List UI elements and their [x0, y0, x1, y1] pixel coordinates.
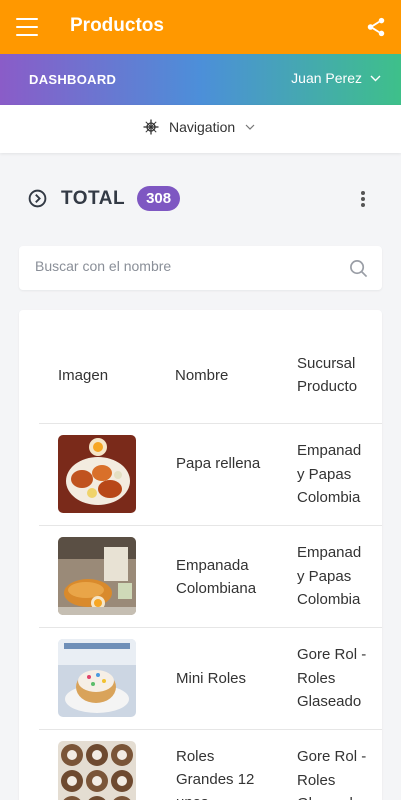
dashboard-label[interactable]: DASHBOARD — [29, 72, 116, 87]
food-photo-mini-roles-icon — [58, 639, 136, 717]
table-row[interactable]: Mini Roles Gore Rol - Roles Glaseado — [39, 627, 382, 729]
share-icon[interactable] — [365, 16, 387, 38]
table-row[interactable]: Roles Grandes 12 unos Gore Rol - Roles G… — [39, 729, 382, 800]
chevron-down-icon — [245, 124, 255, 130]
food-photo-papa-rellena-icon — [58, 435, 136, 513]
chevron-down-icon — [370, 75, 381, 81]
product-name: Roles Grandes 12 unos — [176, 748, 255, 800]
column-header-branch[interactable]: Sucursal Producto — [297, 352, 382, 398]
page-title: Productos — [70, 15, 164, 36]
chevron-right-circle-icon[interactable] — [28, 189, 47, 208]
product-branch: Empanad y Papas Colombia — [297, 544, 362, 608]
total-count-badge: 308 — [137, 186, 181, 211]
products-table: Imagen Nombre Sucursal Producto Papa rel… — [19, 310, 382, 800]
hamburger-menu-icon[interactable] — [16, 16, 38, 38]
product-branch: Gore Rol - Roles Glaseado — [297, 748, 367, 800]
column-header-image[interactable]: Imagen — [58, 364, 108, 387]
search-input[interactable] — [35, 258, 335, 274]
user-menu[interactable]: Juan Perez — [291, 70, 381, 86]
food-photo-empanada-icon — [58, 537, 136, 615]
navigation-label: Navigation — [169, 119, 236, 135]
dashboard-bar: DASHBOARD Juan Perez — [0, 54, 401, 105]
food-photo-roles-grandes-icon — [58, 741, 136, 800]
compass-icon — [143, 119, 159, 135]
product-name: Papa rellena — [176, 455, 261, 472]
product-branch: Gore Rol - Roles Glaseado — [297, 646, 367, 710]
total-label: TOTAL — [61, 187, 126, 209]
app-bar: Productos — [0, 0, 401, 54]
table-row[interactable]: Papa rellena Empanad y Papas Colombia — [39, 423, 382, 525]
search-icon[interactable] — [349, 259, 368, 278]
product-name: Mini Roles — [176, 670, 247, 687]
table-row[interactable]: Empanada Colombiana Empanad y Papas Colo… — [39, 525, 382, 627]
navigation-bar: Navigation — [0, 105, 401, 153]
column-header-name[interactable]: Nombre — [175, 364, 228, 387]
navigation-dropdown[interactable]: Navigation — [143, 119, 255, 135]
user-name: Juan Perez — [291, 70, 362, 86]
product-branch: Empanad y Papas Colombia — [297, 442, 362, 506]
search-box — [19, 246, 382, 290]
more-options-icon[interactable] — [360, 191, 366, 207]
total-summary: TOTAL 308 — [28, 186, 181, 211]
product-name: Empanada Colombiana — [176, 557, 257, 597]
